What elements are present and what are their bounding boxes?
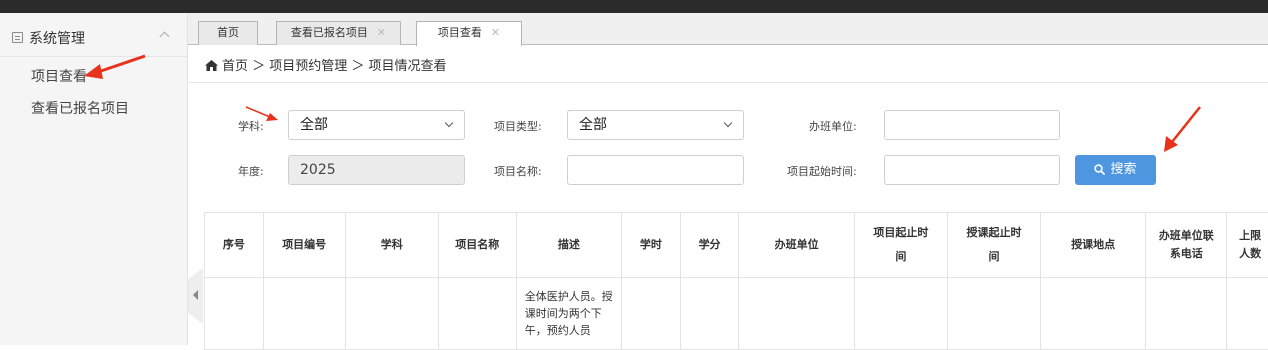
sidebar: 系统管理 项目查看 查看已报名项目: [0, 13, 188, 345]
sidebar-item-registered-projects[interactable]: 查看已报名项目: [31, 98, 129, 118]
year-input: 2025: [288, 155, 465, 185]
chevron-down-icon: [724, 119, 732, 127]
sidebar-section-system[interactable]: 系统管理: [0, 25, 188, 51]
search-button[interactable]: 搜索: [1075, 155, 1156, 185]
table-cell: [854, 278, 947, 350]
table-cell: [263, 278, 345, 350]
table-cell: [345, 278, 438, 350]
column-header: 描述: [516, 213, 621, 278]
chevron-up-icon[interactable]: [160, 32, 170, 42]
close-icon[interactable]: ✕: [491, 26, 500, 39]
sidebar-item-project-view[interactable]: 项目查看: [31, 66, 87, 86]
start-time-input[interactable]: [884, 155, 1060, 185]
column-header: 授课地点: [1041, 213, 1146, 278]
column-header: 授课起止时间: [947, 213, 1040, 278]
project-type-select[interactable]: 全部: [567, 110, 744, 140]
tab-label: 首页: [217, 26, 239, 39]
table-cell: [947, 278, 1040, 350]
breadcrumb: 首页 ＞ 项目预约管理 ＞ 项目情况查看: [205, 55, 447, 74]
sidebar-section-title: 系统管理: [29, 28, 85, 48]
column-header: 项目编号: [263, 213, 345, 278]
table-cell: [739, 278, 854, 350]
menu-icon: [12, 32, 23, 43]
tab-registered-projects[interactable]: 查看已报名项目 ✕: [276, 21, 401, 45]
year-label: 年度:: [238, 163, 264, 179]
column-header: 办班单位联系电话: [1146, 213, 1227, 278]
project-name-input[interactable]: [567, 155, 744, 185]
tab-project-view[interactable]: 项目查看 ✕: [416, 21, 522, 46]
tab-label: 项目查看: [438, 26, 482, 39]
project-table: 序号 项目编号 学科 项目名称 描述 学时 学分 办班单位 项目起止时间 授课起…: [204, 212, 1268, 350]
divider: [0, 56, 188, 57]
subject-value: 全部: [300, 117, 328, 133]
chevron-down-icon: [445, 119, 453, 127]
top-bar: [0, 0, 1268, 13]
table-header-row: 序号 项目编号 学科 项目名称 描述 学时 学分 办班单位 项目起止时间 授课起…: [205, 213, 1268, 278]
column-header: 项目起止时间: [854, 213, 947, 278]
collapse-sidebar-handle[interactable]: [188, 268, 203, 324]
search-icon: [1094, 164, 1105, 175]
project-type-label: 项目类型:: [494, 118, 542, 134]
organizer-label: 办班单位:: [809, 118, 857, 134]
column-header: 学时: [622, 213, 681, 278]
column-header: 办班单位: [739, 213, 854, 278]
table-cell: [1146, 278, 1227, 350]
tab-label: 查看已报名项目: [291, 26, 368, 39]
column-header: 项目名称: [438, 213, 516, 278]
table-cell: [1041, 278, 1146, 350]
table-cell: [205, 278, 264, 350]
start-time-label: 项目起始时间:: [787, 163, 857, 179]
home-icon: [205, 60, 218, 71]
column-header: 学科: [345, 213, 438, 278]
column-header: 序号: [205, 213, 264, 278]
column-header: 上限人数: [1227, 213, 1268, 278]
breadcrumb-text: 首页 ＞ 项目预约管理 ＞ 项目情况查看: [222, 59, 447, 74]
annotation-arrow-icon: [1164, 107, 1200, 152]
table-cell: 全体医护人员。授课时间为两个下午，预约人员: [516, 278, 621, 350]
table-cell: [438, 278, 516, 350]
table-row[interactable]: 全体医护人员。授课时间为两个下午，预约人员: [205, 278, 1268, 350]
search-label: 搜索: [1110, 162, 1136, 177]
subject-label: 学科:: [238, 118, 264, 134]
project-type-value: 全部: [579, 117, 607, 133]
column-header: 学分: [680, 213, 739, 278]
divider: [188, 82, 1268, 83]
tab-bar: 首页 查看已报名项目 ✕ 项目查看 ✕: [188, 13, 1268, 45]
close-icon[interactable]: ✕: [377, 26, 386, 39]
arrow-left-icon: [193, 290, 198, 300]
table-cell: [1227, 278, 1268, 350]
project-name-label: 项目名称:: [494, 163, 542, 179]
tab-home[interactable]: 首页: [198, 21, 258, 45]
subject-select[interactable]: 全部: [288, 110, 465, 140]
table-cell: [622, 278, 681, 350]
organizer-input[interactable]: [884, 110, 1060, 140]
table-cell: [680, 278, 739, 350]
